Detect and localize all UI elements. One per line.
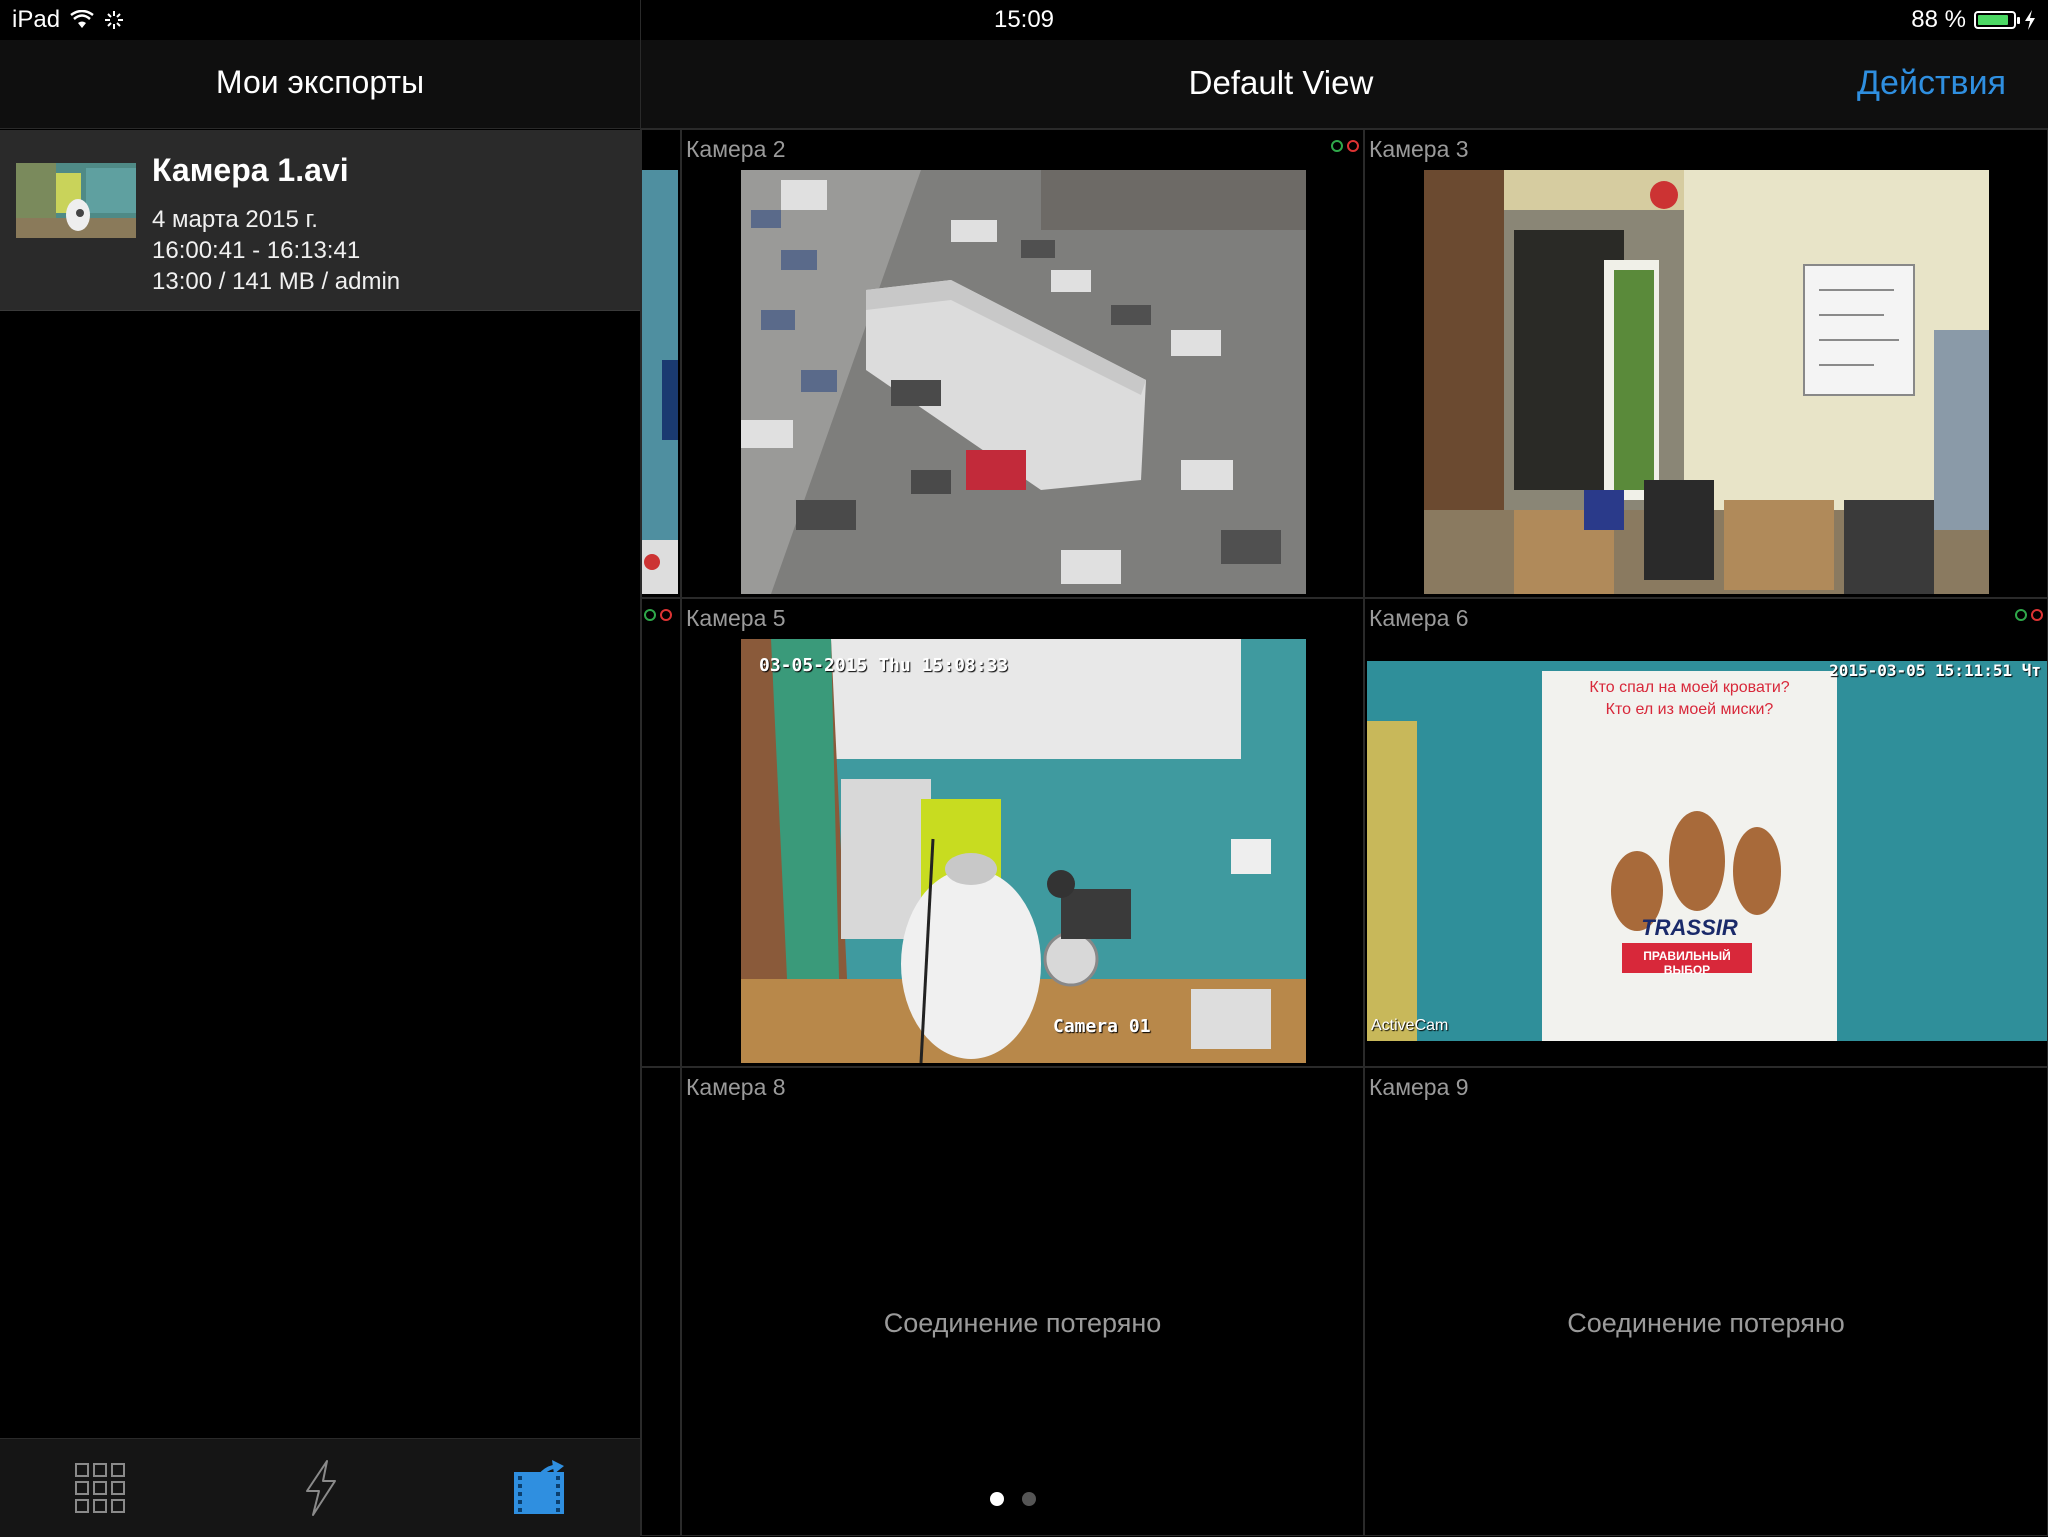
clock: 15:09 <box>993 6 1055 33</box>
camera-label: Камера 3 <box>1369 136 1469 162</box>
exports-panel: Мои экспорты Камера 1.avi 4 марта 2015 г… <box>0 0 641 1537</box>
charging-bolt-icon <box>2025 10 2035 30</box>
camera-cell-partial[interactable] <box>641 598 681 1067</box>
battery-percent: 88 % <box>1911 6 1966 33</box>
status-bar: iPad 15:09 88 % <box>0 0 2048 40</box>
grid-icon <box>75 1463 125 1513</box>
camera-video[interactable]: 03-05-2015 Thu 15:08:33 Camera 01 <box>741 639 1306 1063</box>
camera-label: Камера 5 <box>686 605 786 631</box>
poster-badge: ПРАВИЛЬНЫЙ ВЫБОР <box>1643 949 1731 977</box>
camera-label: Камера 2 <box>686 136 786 162</box>
export-thumbnail <box>16 163 136 238</box>
camera-osd-name: ActiveCam <box>1371 1017 1449 1034</box>
lightning-icon <box>306 1460 336 1516</box>
camera-osd-timestamp: 03-05-2015 Thu 15:08:33 <box>759 655 1009 676</box>
camera-cell[interactable]: Камера 5 03-05-2015 Thu 15:08:33 Camera … <box>681 598 1364 1067</box>
battery-fill <box>1978 15 2008 25</box>
export-item[interactable]: Камера 1.avi 4 марта 2015 г. 16:00:41 - … <box>0 130 640 311</box>
camera-cell[interactable]: Камера 6 Кто спал на моей кровати? Кто е… <box>1364 598 2048 1067</box>
poster-line-2: Кто ел из моей миски? <box>1605 701 1774 718</box>
camera-video[interactable] <box>741 170 1306 594</box>
camera-video[interactable]: Кто спал на моей кровати? Кто ел из моей… <box>1367 661 2047 1041</box>
camera-osd-timestamp: 2015-03-05 15:11:51 Чт <box>1829 661 2041 680</box>
export-date: 4 марта 2015 г. <box>152 206 318 233</box>
exports-header: Мои экспорты <box>0 40 640 129</box>
connection-lost-message: Соединение потеряно <box>1567 1308 1845 1338</box>
record-indicator <box>1347 140 1359 152</box>
bottom-toolbar <box>0 1438 640 1537</box>
page-indicator[interactable] <box>990 1492 1036 1506</box>
export-name: Камера 1.avi <box>152 152 349 188</box>
export-film-icon <box>514 1460 564 1514</box>
camera-cell[interactable]: Камера 3 <box>1364 129 2048 598</box>
online-indicator <box>644 609 656 621</box>
camera-osd-name: Camera 01 <box>1053 1016 1151 1037</box>
camera-cell[interactable]: Камера 8 Соединение потеряно <box>681 1067 1364 1536</box>
battery-icon <box>1974 11 2020 29</box>
camera-cell[interactable]: Камера 2 <box>681 129 1364 598</box>
camera-cell-partial[interactable] <box>641 129 681 598</box>
events-button[interactable] <box>286 1455 356 1521</box>
view-title: Default View <box>1188 64 1374 101</box>
record-indicator <box>2031 609 2043 621</box>
page-dot-1[interactable] <box>990 1492 1004 1506</box>
camera-label: Камера 9 <box>1369 1074 1469 1100</box>
view-header: Default View Действия <box>641 40 2048 129</box>
poster-brand: TRASSIR <box>1641 915 1738 940</box>
online-indicator <box>1331 140 1343 152</box>
camera-cell-partial[interactable] <box>641 1067 681 1536</box>
exports-title: Мои экспорты <box>215 64 425 100</box>
camera-label: Камера 6 <box>1369 605 1469 631</box>
exports-button[interactable] <box>505 1455 575 1521</box>
camera-label: Камера 8 <box>686 1074 786 1100</box>
connection-lost-message: Соединение потеряно <box>883 1308 1162 1338</box>
views-grid-button[interactable] <box>65 1455 135 1521</box>
record-indicator <box>660 609 672 621</box>
export-time-range: 16:00:41 - 16:13:41 <box>152 237 361 264</box>
actions-button[interactable]: Действия <box>1857 64 2006 103</box>
online-indicator <box>2015 609 2027 621</box>
export-details: 13:00 / 141 MB / admin <box>152 268 401 295</box>
poster-line-1: Кто спал на моей кровати? <box>1589 679 1790 696</box>
camera-video[interactable] <box>1424 170 1989 594</box>
camera-grid: Камера 2 Камера 3 Камера 5 03-05-2015 Th… <box>641 129 2048 1536</box>
page-dot-2[interactable] <box>1022 1492 1036 1506</box>
camera-cell[interactable]: Камера 9 Соединение потеряно <box>1364 1067 2048 1536</box>
